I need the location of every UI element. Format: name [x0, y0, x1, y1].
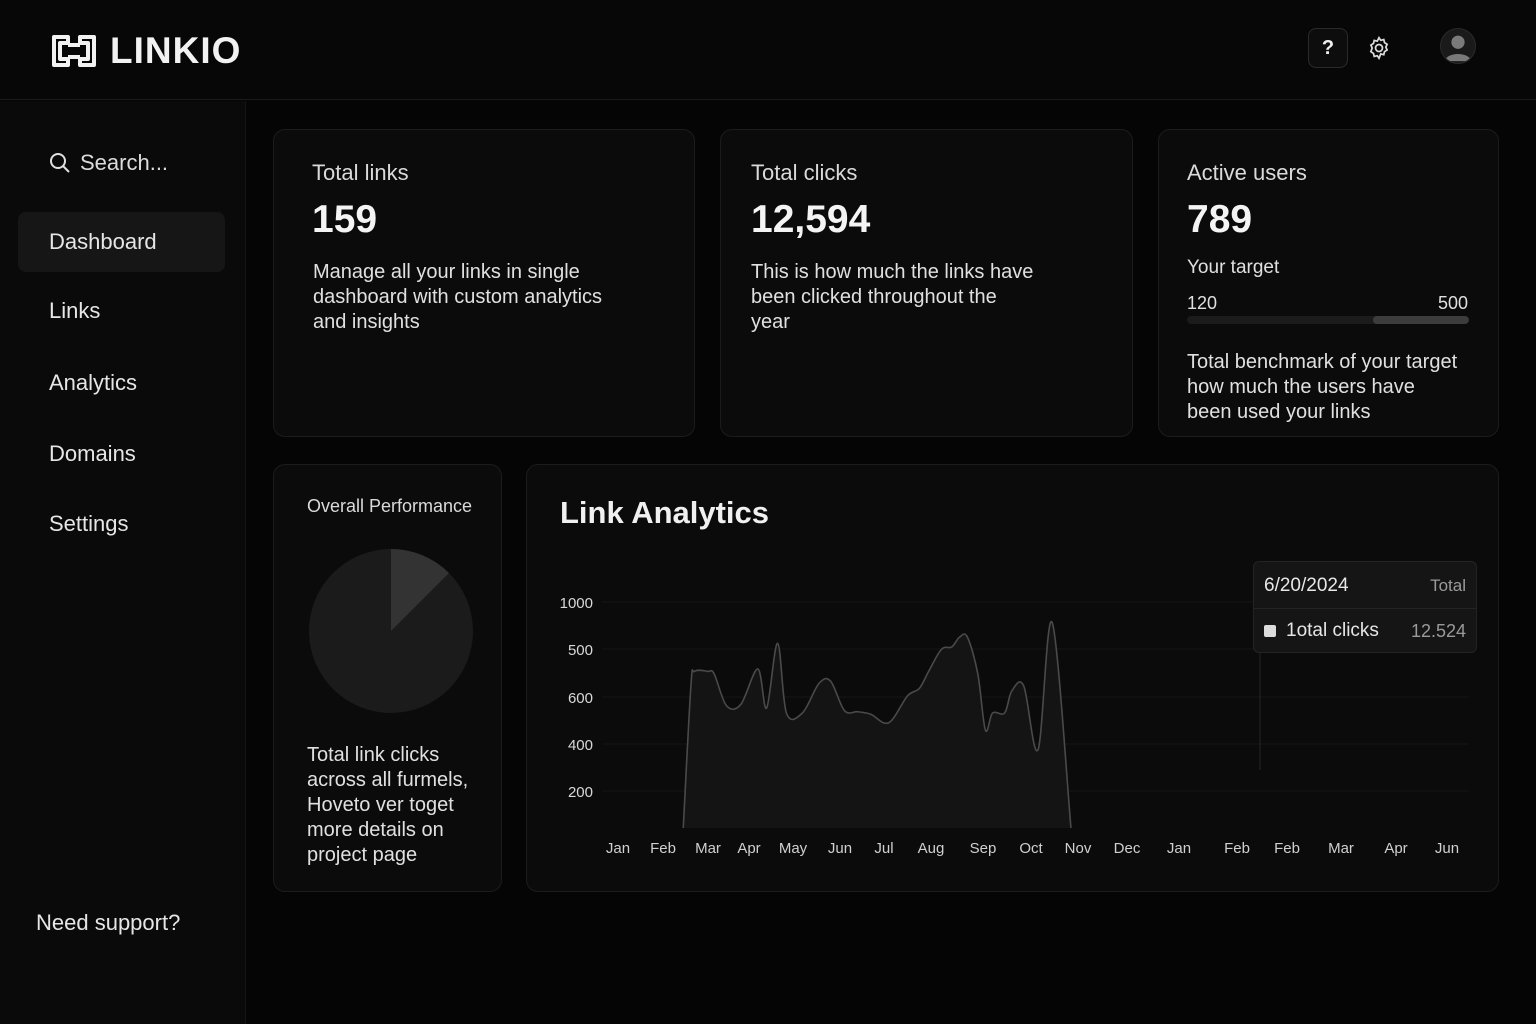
x-tick-label: Apr: [1384, 840, 1407, 857]
tooltip-divider: [1254, 608, 1476, 609]
y-tick-label: 600: [568, 690, 593, 707]
y-tick-label: 200: [568, 784, 593, 801]
x-tick-label: Jan: [1167, 840, 1191, 857]
x-tick-label: Dec: [1114, 840, 1141, 857]
tooltip-date: 6/20/2024: [1264, 575, 1349, 596]
x-tick-label: Feb: [1274, 840, 1300, 857]
y-tick-label: 1000: [560, 595, 593, 612]
x-tick-label: Jun: [1435, 840, 1459, 857]
link-analytics-chart[interactable]: 1000 500 600 400 200 Jan Feb Mar Apr May Jun Jul Aug…: [0, 0, 1536, 1024]
x-tick-label: Feb: [650, 840, 676, 857]
x-tick-label: May: [779, 840, 808, 857]
legend-swatch: [1264, 625, 1276, 637]
x-tick-label: Mar: [695, 840, 721, 857]
x-tick-label: Sep: [970, 840, 997, 857]
chart-tooltip: 6/20/2024 Total 1otal clicks 12.524: [1253, 561, 1477, 653]
y-tick-label: 400: [568, 737, 593, 754]
y-tick-label: 500: [568, 642, 593, 659]
series-area: [683, 621, 1071, 828]
x-tick-label: Apr: [737, 840, 760, 857]
tooltip-header: Total: [1430, 576, 1466, 595]
x-tick-label: Oct: [1019, 840, 1043, 857]
x-tick-label: Jul: [874, 840, 893, 857]
x-tick-label: Mar: [1328, 840, 1354, 857]
x-tick-label: Feb: [1224, 840, 1250, 857]
x-tick-label: Nov: [1065, 840, 1092, 857]
x-tick-label: Jun: [828, 840, 852, 857]
tooltip-value: 12.524: [1410, 621, 1466, 641]
x-tick-label: Jan: [606, 840, 630, 857]
x-tick-label: Aug: [918, 840, 945, 857]
tooltip-series-label: 1otal clicks: [1286, 620, 1379, 641]
